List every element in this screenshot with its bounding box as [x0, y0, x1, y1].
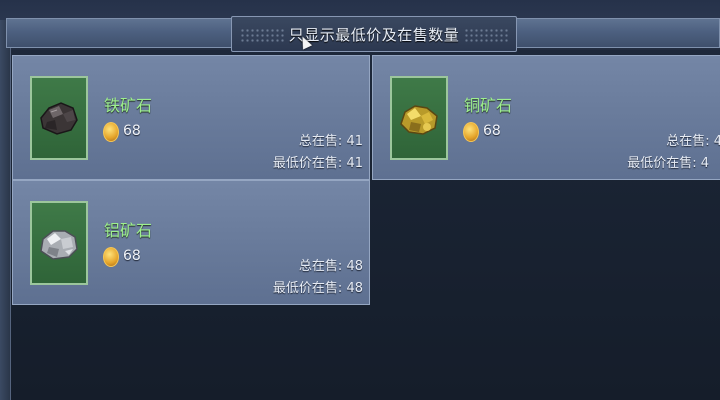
item-card-iron-ore[interactable]: 铁矿石 68 总在售: 41 最低价在售: 41: [12, 55, 370, 180]
item-price: 68: [123, 248, 141, 264]
show-lowest-price-filter-button[interactable]: 只显示最低价及在售数量: [231, 16, 517, 52]
lowest-price-on-sale: 最低价在售: 41: [273, 152, 363, 171]
item-name: 铝矿石: [104, 221, 153, 240]
item-name: 铁矿石: [104, 96, 153, 115]
filter-label: 只显示最低价及在售数量: [288, 25, 460, 44]
copper-ore-icon: [400, 105, 438, 135]
lowest-price-on-sale-label: 最低价在售:: [627, 156, 697, 171]
total-on-sale-label: 总在售:: [666, 134, 710, 149]
total-on-sale: 总在售: 41: [299, 130, 363, 149]
dot-pattern-decoration: [464, 28, 508, 42]
total-on-sale-label: 总在售:: [298, 134, 343, 149]
item-card-aluminum-ore[interactable]: 铝矿石 68 总在售: 48 最低价在售: 48: [12, 180, 370, 305]
gold-coin-icon: [103, 122, 119, 142]
item-name: 铜矿石: [464, 96, 513, 115]
lowest-price-on-sale-label: 最低价在售:: [272, 156, 343, 171]
lowest-price-on-sale: 最低价在售: 4: [627, 152, 709, 171]
total-on-sale: 总在售: 48: [299, 255, 363, 274]
dot-pattern-decoration: [240, 28, 284, 42]
total-on-sale-value: 48: [346, 259, 363, 274]
gold-coin-icon: [103, 247, 119, 267]
lowest-price-on-sale-value: 48: [346, 281, 363, 296]
item-thumbnail: [390, 76, 448, 160]
lowest-price-on-sale: 最低价在售: 48: [273, 277, 363, 296]
item-thumbnail: [30, 76, 88, 160]
total-on-sale-value: 4: [713, 134, 720, 149]
gold-coin-icon: [463, 122, 479, 142]
item-card-copper-ore[interactable]: 铜矿石 68 总在售: 4 最低价在售: 4: [372, 55, 720, 180]
lowest-price-on-sale-value: 41: [346, 156, 363, 171]
left-frame: [0, 20, 11, 400]
item-thumbnail: [30, 201, 88, 285]
item-price: 68: [123, 123, 141, 139]
total-on-sale-value: 41: [346, 134, 363, 149]
total-on-sale: 总在售: 4: [666, 130, 720, 149]
item-price: 68: [483, 123, 501, 139]
aluminum-ore-icon: [40, 230, 78, 260]
lowest-price-on-sale-value: 4: [700, 156, 709, 171]
iron-ore-icon: [40, 102, 78, 135]
lowest-price-on-sale-label: 最低价在售:: [272, 281, 343, 296]
total-on-sale-label: 总在售:: [298, 259, 343, 274]
